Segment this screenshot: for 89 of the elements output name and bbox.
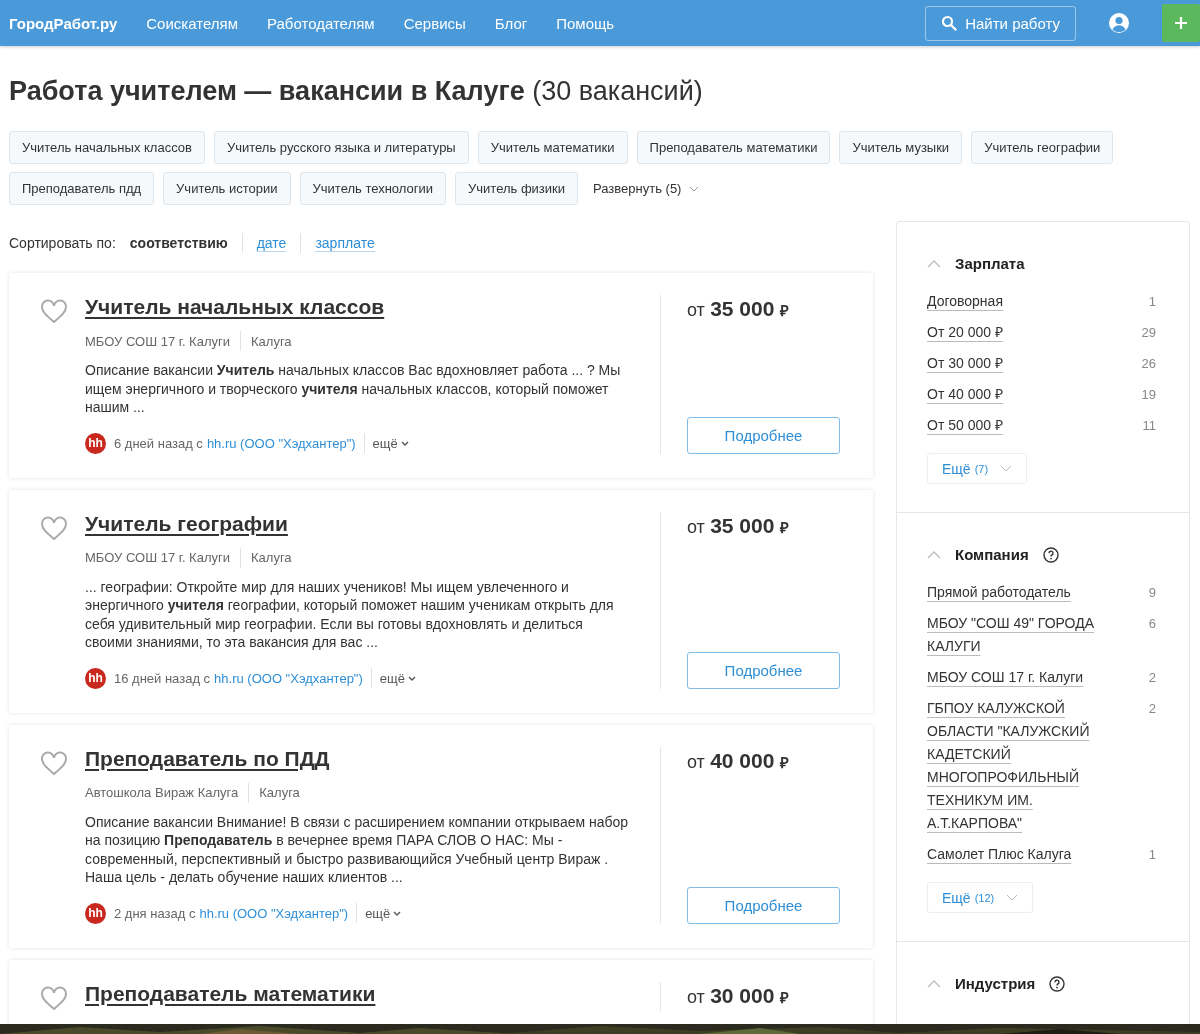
city-name: Калуга [259,785,300,800]
chevron-down-icon [689,185,700,192]
more-link[interactable]: ещё [372,435,409,451]
vacancy-title[interactable]: Учитель географии [85,511,288,535]
search-icon [941,15,958,31]
option-count: 6 [1148,615,1156,633]
filter-option[interactable]: МБОУ СОШ 17 г. Калуги [927,666,1102,689]
posted-date: 6 дней назад с [114,435,203,451]
source-logo: hh [85,432,106,454]
filter-title: Компания [955,546,1029,563]
heart-icon[interactable] [40,985,68,1011]
sort-label: Сортировать по: [9,235,116,251]
option-count: 29 [1141,324,1156,342]
heart-icon[interactable] [40,515,68,541]
more-link[interactable]: ещё [379,670,416,686]
chevron-down-icon [1000,465,1013,472]
company-name: Автошкола Вираж Калуга [85,785,239,800]
tag-chip[interactable]: Учитель начальных классов [9,131,205,164]
salary: от 40 000 ₽ [687,748,790,773]
tag-chip[interactable]: Учитель музыки [839,131,963,164]
more-link[interactable]: ещё [365,905,402,921]
heart-icon[interactable] [40,750,68,776]
filter-title: Зарплата [955,255,1025,272]
user-icon[interactable] [1108,12,1130,34]
chevron-down-icon [400,440,409,446]
filter-option[interactable]: От 20 000 ₽ [927,321,1102,344]
option-count: 19 [1141,386,1156,404]
sort-option[interactable]: зарплате [315,234,375,252]
heart-icon[interactable] [40,299,68,324]
filter-option[interactable]: От 40 000 ₽ [927,383,1102,406]
vacancy-title[interactable]: Преподаватель по ПДД [85,746,330,770]
salary: от 35 000 ₽ [687,513,790,538]
chevron-down-icon [407,675,416,681]
tag-chip[interactable]: Учитель физики [455,172,579,205]
tag-chip[interactable]: Учитель технологии [299,172,447,205]
help-icon[interactable] [1049,975,1066,992]
help-icon[interactable] [1042,546,1059,563]
filter-option[interactable]: От 30 000 ₽ [927,352,1102,375]
city-name: Калуга [251,333,292,349]
salary: от 35 000 ₽ [687,297,790,321]
tag-chip[interactable]: Преподаватель пдд [9,172,155,205]
filter-option[interactable]: Прямой работодатель [927,581,1102,604]
tag-chip[interactable]: Учитель истории [163,172,291,205]
vacancy-title[interactable]: Учитель начальных классов [85,295,385,318]
source-logo: hh [85,902,106,924]
posted-date: 2 дня назад с [114,905,196,921]
chevron-up-icon[interactable] [927,550,941,559]
tag-chip[interactable]: Учитель математики [477,131,628,164]
tag-chip[interactable]: Учитель географии [971,131,1114,164]
posted-date: 16 дней назад с [114,670,211,686]
chevron-up-icon[interactable] [927,259,941,268]
source-link[interactable]: hh.ru (ООО "Хэдхантер") [199,905,349,921]
chevron-up-icon[interactable] [927,979,941,988]
show-more-button[interactable]: Ещё (12) [927,882,1034,913]
vacancy-count: (30 вакансий) [532,76,703,106]
tag-chip[interactable]: Преподаватель математики [636,131,831,164]
source-link[interactable]: hh.ru (ООО "Хэдхантер") [214,670,363,686]
filter-option[interactable]: От 50 000 ₽ [927,414,1102,437]
filter-option[interactable]: ГБПОУ КАЛУЖСКОЙ ОБЛАСТИ "КАЛУЖСКИЙ КАДЕТСКИЙ МНОГОПРОФИЛЬНЫЙ ТЕХНИКУМ ИМ. А.Т.КАРПОВА" [927,697,1102,835]
vacancy-description: ... географии: Откройте мир для наших учеников! Мы ищем увлеченного и энергичного учителя географии, который поможет нашим ученикам открыть для себя удивительный мир географии. Если вы готовы вдохновлять и делиться своими знаниями, то эта вакансия для вас ... [85,577,615,652]
option-count: 2 [1148,700,1156,718]
chevron-down-icon [393,910,402,916]
vacancy-description: Описание вакансии Учитель начальных классов Вас вдохновляет работа ... ? Мы ищем энергичного и творческого учителя начальных классов, который поможет нашим ... [85,361,622,417]
tag-chip[interactable]: Учитель русского языка и литературы [213,131,469,164]
page-title: Работа учителем — вакансии в Калуге [9,76,525,106]
chevron-down-icon [1006,894,1019,901]
option-count: 11 [1142,417,1156,435]
company-name: МБОУ СОШ 17 г. Калуги [85,550,230,565]
option-count: 1 [1148,846,1156,864]
show-more-button[interactable]: Ещё (7) [927,453,1028,484]
plus-icon [1174,16,1188,30]
option-count: 9 [1148,584,1156,602]
add-button[interactable] [1162,4,1200,42]
vacancy-title[interactable]: Преподаватель математики [85,981,376,1005]
source-link[interactable]: hh.ru (ООО "Хэдхантер") [206,435,356,451]
filter-option[interactable]: Договорная [927,290,1102,313]
source-logo: hh [85,667,106,689]
vacancy-description: Описание вакансии Внимание! В связи с расширением компании открываем набор на позицию Преподаватель в вечернее время ПАРА СЛОВ О НАС: Мы - современный, перспективный и быстро развивающийся Учебный центр Вираж . Наша цель - делать обучение наших клиентов ... [85,812,630,887]
filter-title: Индустрия [955,975,1036,992]
sort-option[interactable]: соответствию [129,235,228,251]
option-count: 2 [1148,669,1156,687]
salary: от 30 000 ₽ [687,983,790,1008]
option-count: 1 [1148,293,1156,311]
expand-link[interactable]: Развернуть (5) [587,172,706,205]
filter-option[interactable]: МБОУ "СОШ 49" ГОРОДА КАЛУГИ [927,612,1102,658]
company-name: МБОУ СОШ 17 г. Калуги [85,333,230,349]
filter-option[interactable]: Самолет Плюс Калуга [927,843,1102,866]
city-name: Калуга [251,550,292,565]
option-count: 26 [1141,355,1156,373]
